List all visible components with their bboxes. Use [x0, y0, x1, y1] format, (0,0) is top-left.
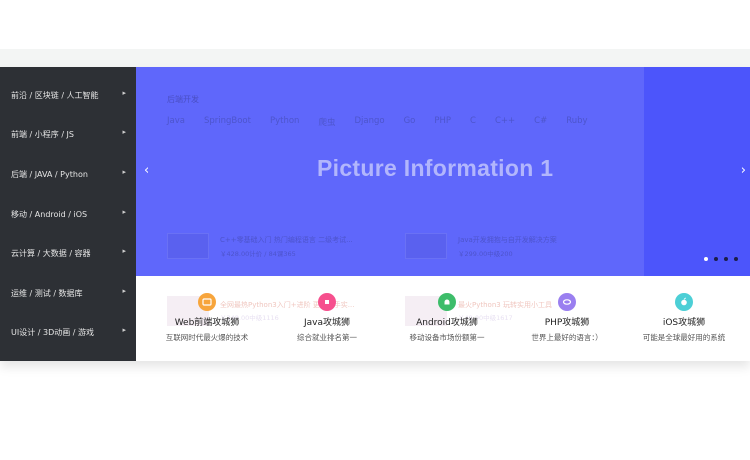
category-tag[interactable]: Python [270, 116, 299, 128]
carousel-prev-button[interactable]: ‹ [144, 163, 149, 178]
sidebar-item-ops[interactable]: 运维 / 测试 / 数据库 ▸ [0, 273, 136, 313]
career-path-cards: Web前端攻城狮 互联网时代最火爆的技术 Java攻城狮 综合就业排名第一 An… [136, 293, 750, 361]
category-tag[interactable]: Django [354, 116, 384, 128]
sidebar-item-design[interactable]: UI设计 / 3D动画 / 游戏 ▸ [0, 312, 136, 352]
chevron-right-icon: ▸ [122, 168, 126, 176]
category-tag-list: Java SpringBoot Python 爬虫 Django Go PHP … [167, 116, 607, 128]
banner-side-panel [644, 67, 750, 276]
carousel-dot[interactable] [734, 257, 738, 261]
category-tag[interactable]: Ruby [566, 116, 587, 128]
carousel-dots [704, 257, 738, 261]
career-card-title: Java攻城狮 [303, 318, 350, 328]
carousel-banner[interactable]: 后端开发 Java SpringBoot Python 爬虫 Django Go… [136, 67, 750, 276]
carousel-dot-active[interactable] [704, 257, 708, 261]
career-card-title: Android攻城狮 [416, 318, 478, 328]
course-meta: ￥428.00计价 / 84课365 [220, 250, 296, 258]
chevron-right-icon: ▸ [122, 128, 126, 136]
sidebar-item-label: UI设计 / 3D动画 / 游戏 [11, 327, 95, 337]
category-tag[interactable]: C [470, 116, 476, 128]
category-tag[interactable]: Java [167, 116, 185, 128]
career-card-ios[interactable]: iOS攻城狮 可能是全球最好用的系统 [629, 293, 739, 353]
main-frame: 前沿 / 区块链 / 人工智能 ▸ 前端 / 小程序 / JS ▸ 后端 / J… [0, 67, 750, 361]
sidebar-item-label: 后端 / JAVA / Python [11, 169, 88, 179]
category-tag[interactable]: 爬虫 [318, 116, 335, 128]
carousel-dot[interactable] [724, 257, 728, 261]
top-band [0, 49, 750, 67]
course-item[interactable]: C++零基础入门 热门编程语言 二级考试... ￥428.00计价 / 84课3… [167, 233, 387, 259]
carousel-dot[interactable] [714, 257, 718, 261]
category-tag[interactable]: C# [534, 116, 547, 128]
sidebar-item-frontier[interactable]: 前沿 / 区块链 / 人工智能 ▸ [0, 75, 136, 115]
course-thumbnail [167, 233, 209, 259]
career-card-title: PHP攻城狮 [544, 318, 590, 328]
category-tag[interactable]: SpringBoot [204, 116, 251, 128]
course-title: Java开发拥抱与自开发解决方案 [458, 236, 557, 244]
category-tag[interactable]: PHP [434, 116, 451, 128]
category-tag[interactable]: Go [404, 116, 416, 128]
career-card-android[interactable]: Android攻城狮 移动设备市场份额第一 [392, 293, 502, 353]
category-tag[interactable]: C++ [495, 116, 515, 128]
carousel-next-button[interactable]: › [741, 163, 746, 178]
career-card-php[interactable]: PHP攻城狮 世界上最好的语言：） [512, 293, 622, 353]
web-icon [198, 293, 216, 311]
career-card-desc: 综合就业排名第一 [297, 333, 357, 342]
course-item[interactable]: Java开发拥抱与自开发解决方案 ￥299.00中级200 [405, 233, 625, 259]
career-card-desc: 世界上最好的语言：） [531, 333, 603, 342]
sidebar-item-label: 前端 / 小程序 / JS [11, 129, 74, 139]
sidebar-item-mobile[interactable]: 移动 / Android / iOS ▸ [0, 194, 136, 234]
chevron-right-icon: ▸ [122, 247, 126, 255]
category-sidebar: 前沿 / 区块链 / 人工智能 ▸ 前端 / 小程序 / JS ▸ 后端 / J… [0, 67, 136, 361]
java-icon [318, 293, 336, 311]
career-card-title: Web前端攻城狮 [174, 318, 240, 328]
category-title: 后端开发 [167, 95, 199, 104]
chevron-right-icon: ▸ [122, 89, 126, 97]
chevron-right-icon: ▸ [122, 208, 126, 216]
career-card-desc: 可能是全球最好用的系统 [642, 333, 726, 342]
sidebar-item-label: 运维 / 测试 / 数据库 [11, 288, 83, 298]
course-thumbnail [405, 233, 447, 259]
sidebar-item-backend[interactable]: 后端 / JAVA / Python ▸ [0, 154, 136, 194]
php-icon [558, 293, 576, 311]
ios-icon [675, 293, 693, 311]
career-card-desc: 移动设备市场份额第一 [409, 333, 485, 342]
chevron-right-icon: ▸ [122, 326, 126, 334]
sidebar-item-cloud[interactable]: 云计算 / 大数据 / 容器 ▸ [0, 233, 136, 273]
carousel-caption: Picture Information 1 [317, 155, 554, 181]
sidebar-item-label: 前沿 / 区块链 / 人工智能 [11, 90, 99, 100]
career-card-java[interactable]: Java攻城狮 综合就业排名第一 [272, 293, 382, 353]
course-title: C++零基础入门 热门编程语言 二级考试... [220, 236, 353, 244]
course-meta: ￥299.00中级200 [458, 250, 513, 258]
sidebar-item-label: 云计算 / 大数据 / 容器 [11, 248, 91, 258]
sidebar-item-frontend[interactable]: 前端 / 小程序 / JS ▸ [0, 114, 136, 154]
career-card-desc: 互联网时代最火爆的技术 [165, 333, 249, 342]
sidebar-item-label: 移动 / Android / iOS [11, 209, 88, 219]
career-card-web[interactable]: Web前端攻城狮 互联网时代最火爆的技术 [152, 293, 262, 353]
chevron-right-icon: ▸ [122, 287, 126, 295]
android-icon [438, 293, 456, 311]
career-card-title: iOS攻城狮 [662, 318, 706, 328]
